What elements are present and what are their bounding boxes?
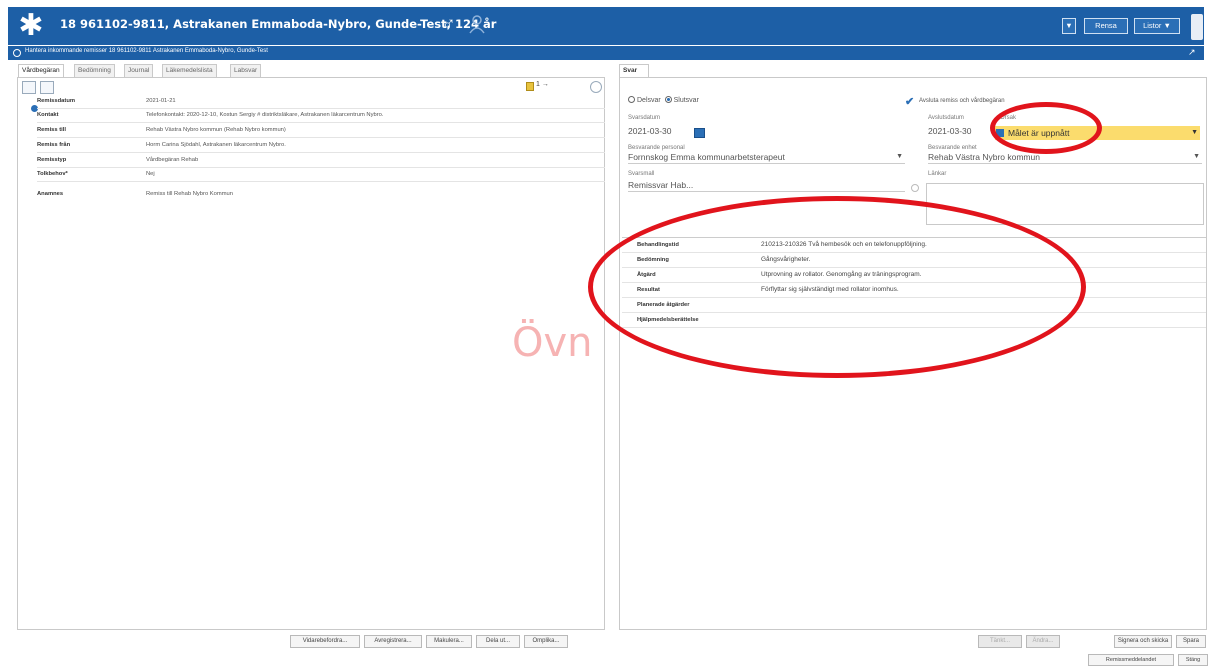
link-icon[interactable]: [911, 184, 919, 192]
phone-icon[interactable]: [1191, 14, 1203, 40]
app-logo-icon: ✱: [18, 9, 44, 42]
field-value: Rehab Västra Nybro kommun (Rehab Nybro k…: [146, 127, 286, 133]
field-remissdatum: Remissdatum 2021-01-21: [37, 97, 605, 109]
annotation-ellipse: [990, 102, 1102, 154]
lankar-label: Länkar: [928, 171, 947, 177]
vidarebefordra-button[interactable]: Vidarebefordra...: [290, 635, 360, 648]
dropdown-button[interactable]: ▼: [1062, 18, 1076, 34]
field-value: 2021-01-21: [146, 98, 176, 104]
avregistrera-button[interactable]: Avregistrera...: [364, 635, 422, 648]
field-anamnes: Anamnes Remiss till Rehab Nybro Kommun: [37, 190, 605, 202]
refresh-icon[interactable]: [590, 81, 602, 93]
field-label: Remiss från: [37, 142, 71, 148]
field-kontakt: Kontakt Telefonkontakt: 2020-12-10, Kost…: [37, 111, 605, 123]
tab-journal[interactable]: Journal: [124, 64, 154, 77]
title-bar: ✱ 18 961102-9811, Astrakanen Emmaboda-Ny…: [8, 7, 1204, 45]
comment-icon[interactable]: [40, 81, 54, 94]
field-label: Remisstyp: [37, 157, 67, 163]
checkbox-checked-icon[interactable]: ✔: [905, 95, 914, 108]
field-label: Kontakt: [37, 112, 59, 118]
signera-och-skicka-button[interactable]: Signera och skicka: [1114, 635, 1172, 648]
document-icon[interactable]: [22, 81, 36, 94]
tab-labsvar[interactable]: Labsvar: [230, 64, 262, 77]
field-label: Anamnes: [37, 191, 64, 197]
patient-title: 18 961102-9811, Astrakanen Emmaboda-Nybr…: [60, 17, 497, 31]
dela-ut-button[interactable]: Dela ut...: [476, 635, 520, 648]
tab-svar[interactable]: Svar: [619, 64, 649, 78]
radio-delsvar[interactable]: [628, 96, 635, 103]
personal-label: Besvarande personal: [628, 145, 685, 151]
tankt-button[interactable]: Tänkt...: [978, 635, 1022, 648]
field-value: Horm Carina Sjödahl, Astrakanen läkarcen…: [146, 142, 286, 148]
radio-slutsvar[interactable]: [664, 96, 672, 103]
remissmeddelandet-button[interactable]: Remissmeddelandet: [1088, 654, 1174, 666]
andra-button[interactable]: Ändra...: [1026, 635, 1060, 648]
field-label: Remiss till: [37, 127, 66, 133]
avslutsdatum-input[interactable]: 2021-03-30: [928, 126, 971, 136]
avsluta-checkbox-label: Avsluta remiss och vårdbegäran: [919, 98, 1005, 104]
avslutsdatum-label: Avslutsdatum: [928, 115, 964, 121]
svarsmall-label: Svarsmall: [628, 171, 655, 177]
referral-radio-icon: [13, 49, 21, 57]
tab-bedomning[interactable]: Bedömning: [74, 64, 115, 77]
svarsmall-select[interactable]: Remissvar Hab...: [628, 180, 905, 192]
referral-bar: Hantera inkommande remisser 18 961102-98…: [8, 46, 1204, 60]
stang-button[interactable]: Stäng: [1178, 654, 1208, 666]
page-counter: 1 →: [536, 81, 549, 88]
svarsdatum-input[interactable]: 2021-03-30: [628, 126, 671, 136]
personal-select[interactable]: Fornnskog Emma kommunarbetsterapeut ▼: [628, 152, 905, 164]
calendar-icon[interactable]: [694, 128, 705, 138]
radio-delsvar-label: Delsvar: [637, 97, 661, 104]
referral-title: Hantera inkommande remisser 18 961102-98…: [25, 48, 268, 54]
chevron-down-icon[interactable]: ▼: [896, 153, 903, 160]
chevron-down-icon[interactable]: ▼: [1191, 129, 1198, 136]
answer-type-radios: Delsvar Slutsvar: [628, 96, 699, 104]
male-icon: ♂: [442, 13, 456, 33]
field-label: Remissdatum: [37, 98, 76, 104]
attachment-icon[interactable]: [526, 82, 534, 91]
enhet-select[interactable]: Rehab Västra Nybro kommun ▼: [928, 152, 1202, 164]
tab-vardbegaran[interactable]: Vårdbegäran: [18, 64, 64, 78]
field-remisstyp: Remisstyp Vårdbegäran Rehab: [37, 156, 605, 168]
field-label: Tolkbehov*: [37, 171, 68, 177]
field-value: Vårdbegäran Rehab: [146, 157, 199, 163]
listor-button[interactable]: Listor ▼: [1134, 18, 1180, 34]
svarsmall-value: Remissvar Hab...: [628, 180, 694, 190]
svarsdatum-label: Svarsdatum: [628, 115, 661, 121]
field-value: Remiss till Rehab Nybro Kommun: [146, 191, 233, 197]
omplika-button[interactable]: Omplika...: [524, 635, 568, 648]
personal-value: Fornnskog Emma kommunarbetsterapeut: [628, 152, 785, 162]
field-remiss-fran: Remiss från Horm Carina Sjödahl, Astraka…: [37, 141, 605, 153]
annotation-ellipse: [588, 196, 1086, 378]
field-value: Nej: [146, 171, 155, 177]
spara-button[interactable]: Spara: [1176, 635, 1206, 648]
makulera-button[interactable]: Makulera...: [426, 635, 472, 648]
tab-lakemedelslista[interactable]: Läkemedelslista: [162, 64, 217, 77]
chevron-down-icon[interactable]: ▼: [1193, 153, 1200, 160]
resize-icon[interactable]: ↗: [1188, 47, 1196, 58]
practice-watermark: Övn: [512, 320, 593, 366]
field-value: Telefonkontakt: 2020-12-10, Kostun Sergi…: [146, 112, 384, 118]
field-remiss-till: Remiss till Rehab Västra Nybro kommun (R…: [37, 126, 605, 138]
rensa-button[interactable]: Rensa: [1084, 18, 1128, 34]
field-tolkbehov: Tolkbehov* Nej: [37, 170, 605, 182]
radio-slutsvar-label: Slutsvar: [673, 97, 699, 104]
enhet-value: Rehab Västra Nybro kommun: [928, 152, 1040, 162]
enhet-label: Besvarande enhet: [928, 145, 977, 151]
person-icon[interactable]: [468, 14, 486, 34]
